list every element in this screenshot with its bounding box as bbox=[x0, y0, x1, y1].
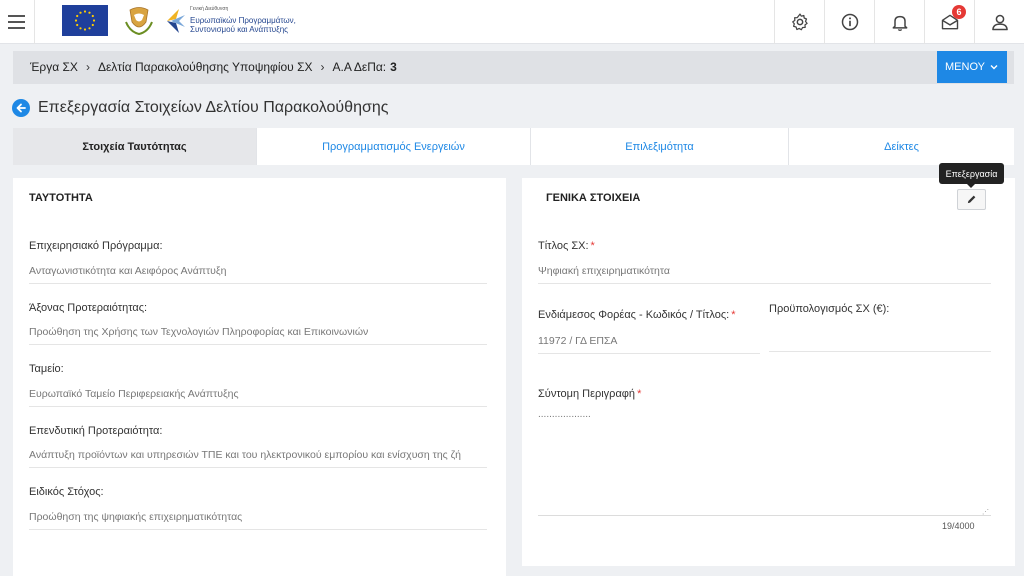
operational-programme-value: Ανταγωνιστικότητα και Αειφόρος Ανάπτυξη bbox=[29, 265, 487, 284]
breadcrumb-bar: Έργα ΣΧ › Δελτία Παρακολούθησης Υποψηφίο… bbox=[13, 51, 1014, 84]
tab-eligibility[interactable]: Επιλεξιμότητα bbox=[531, 128, 789, 165]
bell-icon bbox=[892, 15, 907, 31]
notifications-button[interactable] bbox=[874, 0, 924, 44]
eu-flag-logo bbox=[62, 5, 108, 36]
investment-priority-value: Ανάπτυξη προϊόντων και υπηρεσιών ΤΠΕ και… bbox=[29, 449, 487, 468]
field-label: Ενδιάμεσος Φορέας - Κωδικός / Τίτλος: * bbox=[538, 309, 735, 321]
top-navbar: Γενική Διεύθυνση Ευρωπαϊκών Προγραμμάτων… bbox=[0, 0, 1024, 44]
logo-text-line: Συντονισμού και Ανάπτυξης bbox=[190, 25, 289, 34]
general-info-panel: ΓΕΝΙΚΑ ΣΤΟΙΧΕΙΑ Τίτλος ΣΧ: * Ψηφιακή επιχ… bbox=[522, 178, 1015, 566]
title-label: Τίτλος ΣΧ: bbox=[538, 240, 589, 252]
settings-button[interactable] bbox=[774, 0, 824, 44]
breadcrumb-id-value: 3 bbox=[390, 60, 397, 74]
breadcrumb-item-monitoring-sheets[interactable]: Δελτία Παρακολούθησης Υποψηφίου ΣΧ bbox=[98, 60, 313, 74]
chevron-right-icon: › bbox=[320, 60, 325, 74]
panel-title: ΤΑΥΤΟΤΗΤΑ bbox=[29, 192, 93, 204]
info-button[interactable] bbox=[824, 0, 874, 44]
back-arrow-icon[interactable] bbox=[12, 99, 30, 117]
field-label: Επενδυτική Προτεραιότητα: bbox=[29, 425, 163, 437]
pencil-icon bbox=[967, 195, 976, 204]
general-directorate-logo: Γενική Διεύθυνση Ευρωπαϊκών Προγραμμάτων… bbox=[165, 3, 305, 41]
chevron-down-icon bbox=[990, 65, 998, 70]
edit-tooltip: Επεξεργασία bbox=[939, 163, 1004, 188]
menu-label: ΜΕΝΟΥ bbox=[945, 61, 985, 73]
identity-panel: ΤΑΥΤΟΤΗΤΑ Επιχειρησιακό Πρόγραμμα: Ανταγ… bbox=[13, 178, 506, 576]
messages-button[interactable]: 6 bbox=[924, 0, 974, 44]
tab-action-planning[interactable]: Προγραμματισμός Ενεργειών bbox=[257, 128, 531, 165]
specific-objective-value: Προώθηση της ψηφιακής επιχειρηματικότητα… bbox=[29, 511, 487, 530]
panel-title: ΓΕΝΙΚΑ ΣΤΟΙΧΕΙΑ bbox=[546, 192, 641, 204]
user-profile-button[interactable] bbox=[974, 0, 1024, 44]
gear-icon bbox=[791, 13, 808, 31]
tab-indicators[interactable]: Δείκτες bbox=[789, 128, 1014, 165]
cyprus-emblem-logo bbox=[122, 6, 156, 36]
breadcrumb-item-projects[interactable]: Έργα ΣΧ bbox=[30, 60, 78, 74]
edit-button[interactable] bbox=[957, 189, 986, 210]
field-label: Άξονας Προτεραιότητας: bbox=[29, 302, 148, 314]
tab-bar: Στοιχεία Ταυτότητας Προγραμματισμός Ενερ… bbox=[13, 128, 1014, 165]
intermediate-body-label: Ενδιάμεσος Φορέας - Κωδικός / Τίτλος: bbox=[538, 309, 730, 321]
page-title: Επεξεργασία Στοιχείων Δελτίου Παρακολούθ… bbox=[38, 99, 389, 116]
budget-label: Προϋπολογισμός ΣΧ (€): bbox=[769, 303, 890, 315]
intermediate-body-value: 11972 / ΓΔ ΕΠΣΑ bbox=[538, 335, 760, 354]
breadcrumb-item-current: Α.Α ΔεΠα: bbox=[332, 60, 387, 74]
character-counter: 19/4000 bbox=[942, 521, 975, 531]
field-label: Τίτλος ΣΧ: * bbox=[538, 240, 595, 252]
divider bbox=[34, 0, 35, 44]
short-description-label: Σύντομη Περιγραφή bbox=[538, 388, 636, 400]
hamburger-menu-icon[interactable] bbox=[8, 11, 26, 33]
info-icon bbox=[841, 13, 858, 31]
short-description-textarea[interactable]: ................... bbox=[538, 409, 991, 516]
topbar-actions: 6 bbox=[774, 0, 1024, 44]
logo-text-line: Ευρωπαϊκών Προγραμμάτων, bbox=[190, 16, 296, 25]
logo-text-line: Γενική Διεύθυνση bbox=[190, 6, 229, 12]
required-marker: * bbox=[637, 388, 642, 400]
breadcrumb: Έργα ΣΧ › Δελτία Παρακολούθησης Υποψηφίο… bbox=[30, 60, 397, 74]
field-label: Ταμείο: bbox=[29, 363, 64, 375]
field-label: Ειδικός Στόχος: bbox=[29, 486, 104, 498]
page-header: Επεξεργασία Στοιχείων Δελτίου Παρακολούθ… bbox=[12, 99, 388, 117]
mail-count-badge: 6 bbox=[952, 5, 966, 19]
project-title-value: Ψηφιακή επιχειρηματικότητα bbox=[538, 265, 991, 284]
chevron-right-icon: › bbox=[85, 60, 90, 74]
fund-value: Ευρωπαϊκό Ταμείο Περιφερειακής Ανάπτυξης bbox=[29, 388, 487, 407]
user-icon bbox=[991, 14, 1008, 31]
menu-dropdown-button[interactable]: ΜΕΝΟΥ bbox=[937, 51, 1007, 83]
required-marker: * bbox=[590, 240, 595, 252]
field-label: Σύντομη Περιγραφή * bbox=[538, 388, 641, 400]
resize-handle-icon[interactable]: ⋰ bbox=[982, 508, 989, 516]
tab-identity[interactable]: Στοιχεία Ταυτότητας bbox=[13, 128, 257, 165]
required-marker: * bbox=[731, 309, 736, 321]
budget-value bbox=[769, 335, 991, 352]
priority-axis-value: Προώθηση της Χρήσης των Τεχνολογιών Πληρ… bbox=[29, 326, 487, 345]
field-label: Επιχειρησιακό Πρόγραμμα: bbox=[29, 240, 163, 252]
